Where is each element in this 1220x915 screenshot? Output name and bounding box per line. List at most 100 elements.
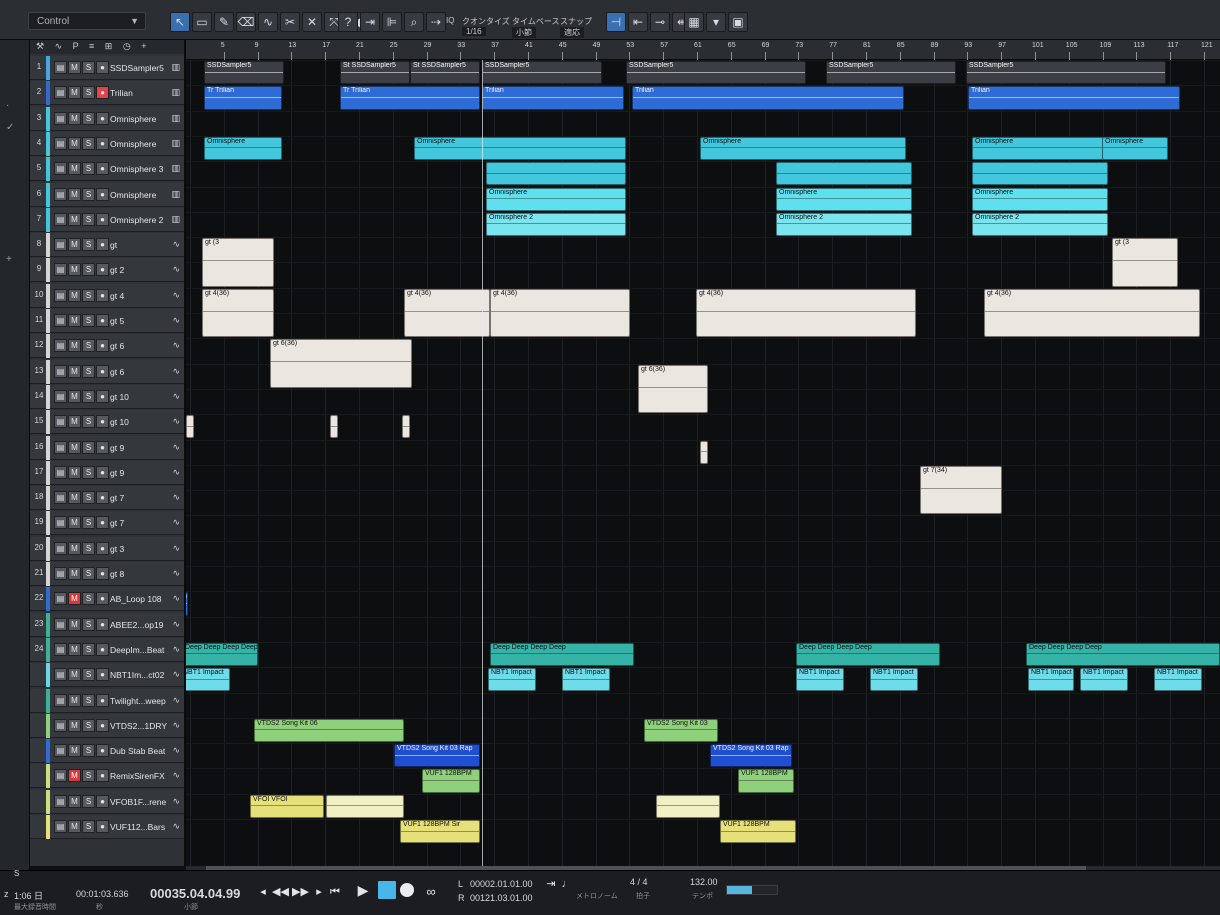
mute-button[interactable]: M: [68, 693, 81, 707]
track-name[interactable]: gt 6: [110, 341, 124, 351]
track-name[interactable]: gt 2: [110, 265, 124, 275]
record-arm-button[interactable]: ●: [96, 263, 109, 277]
event-clip[interactable]: Omnisphere 2: [972, 212, 1108, 237]
mute-button[interactable]: M: [68, 516, 81, 530]
snap-select[interactable]: 適応: [560, 27, 584, 38]
event-clip[interactable]: NBT1 Impact: [796, 668, 844, 692]
record-arm-button[interactable]: ●: [96, 288, 109, 302]
event-clip[interactable]: gt 4(36): [490, 288, 630, 338]
position-display[interactable]: 00035.04.04.99: [150, 886, 240, 901]
mute-button[interactable]: M: [68, 541, 81, 555]
mute-button[interactable]: M: [68, 212, 81, 226]
monitor-button[interactable]: ▤: [54, 263, 67, 277]
wrench-icon[interactable]: ⚒: [36, 41, 48, 51]
monitor-button[interactable]: ▤: [54, 718, 67, 732]
event-clip[interactable]: NBT1 Impact: [488, 668, 536, 692]
event-clip[interactable]: St SSDSampler5: [410, 61, 480, 85]
event-clip[interactable]: SSDSampler5: [482, 61, 602, 85]
track-name[interactable]: gt 4: [110, 291, 124, 301]
track-row[interactable]: 4 ▤ M S ● Omnisphere ▥: [30, 131, 184, 156]
event-clip[interactable]: NBT1 Impact: [1028, 668, 1074, 692]
layout-chevron-icon[interactable]: ▾: [706, 12, 726, 32]
track-name[interactable]: Trilian: [110, 88, 133, 98]
monitor-button[interactable]: ▤: [54, 212, 67, 226]
event-clip[interactable]: [776, 162, 912, 186]
monitor-button[interactable]: ▤: [54, 668, 67, 682]
metronome-icon[interactable]: ♩: [560, 877, 574, 891]
track-row[interactable]: 22 ▤ M S ● AB_Loop 108 ∿: [30, 587, 184, 612]
record-arm-button[interactable]: ●: [96, 111, 109, 125]
snap-grid-icon[interactable]: ⊣: [606, 12, 626, 32]
solo-button[interactable]: S: [82, 263, 95, 277]
solo-button[interactable]: S: [82, 516, 95, 530]
track-row[interactable]: 18 ▤ M S ● gt 7 ∿: [30, 486, 184, 511]
record-arm-button[interactable]: ●: [96, 693, 109, 707]
track-row[interactable]: ▤ M S ● VTDS2...1DRY ∿: [30, 713, 184, 738]
snap-cursor-icon[interactable]: ⊸: [650, 12, 670, 32]
eraser-tool-icon[interactable]: ⌫: [236, 12, 256, 32]
pencil-tool-icon[interactable]: ✎: [214, 12, 234, 32]
timebase-select[interactable]: 小節: [512, 27, 536, 38]
track-row[interactable]: 1 ▤ M S ● SSDSampler5 ▥: [30, 56, 184, 80]
snap-event-icon[interactable]: ⇤: [628, 12, 648, 32]
event-clip[interactable]: Omnisphere: [486, 187, 626, 211]
collapse-icon[interactable]: ·: [6, 100, 9, 111]
track-name[interactable]: DeepIm...Beat: [110, 645, 164, 655]
tempo-meter[interactable]: [726, 885, 778, 895]
event-clip[interactable]: [656, 794, 720, 818]
event-clip[interactable]: SSDSampler5: [966, 61, 1166, 85]
solo-button[interactable]: S: [82, 820, 95, 833]
monitor-button[interactable]: ▤: [54, 794, 67, 808]
mute-button[interactable]: M: [68, 617, 81, 631]
event-clip[interactable]: gt 4(36): [202, 288, 274, 338]
mute-button[interactable]: M: [68, 162, 81, 176]
solo-button[interactable]: S: [82, 668, 95, 682]
return-zero-icon[interactable]: ⏮: [328, 885, 342, 899]
range-tool-icon[interactable]: ▭: [192, 12, 212, 32]
monitor-button[interactable]: ▤: [54, 364, 67, 378]
event-clip[interactable]: Deep Deep Deep Deep: [796, 642, 940, 667]
track-name[interactable]: Twilight...weep: [110, 696, 166, 706]
solo-button[interactable]: S: [82, 389, 95, 403]
record-arm-button[interactable]: ●: [96, 364, 109, 378]
event-clip[interactable]: VTDS2 Song Kit 03 Rap: [394, 744, 480, 768]
loop-left-value[interactable]: 00002.01.01.00: [470, 879, 533, 889]
pitch-icon[interactable]: P: [73, 41, 83, 51]
save-icon[interactable]: ▣: [728, 12, 748, 32]
mute-button[interactable]: M: [68, 288, 81, 302]
event-clip[interactable]: gt 4(36): [404, 288, 490, 338]
record-arm-button[interactable]: ●: [96, 86, 109, 100]
solo-button[interactable]: S: [82, 364, 95, 378]
solo-button[interactable]: S: [82, 238, 95, 252]
event-clip[interactable]: VTDS2 Song Kit 03: [644, 718, 718, 743]
event-clip[interactable]: NBT1 Impact: [870, 668, 918, 692]
monitor-button[interactable]: ▤: [54, 820, 67, 833]
track-name[interactable]: Omnisphere: [110, 114, 156, 124]
record-arm-button[interactable]: ●: [96, 314, 109, 327]
solo-button[interactable]: S: [82, 415, 95, 429]
event-clip[interactable]: St SSDSampler5: [340, 61, 410, 85]
solo-button[interactable]: S: [82, 718, 95, 732]
mute-button[interactable]: M: [68, 592, 81, 606]
event-clip[interactable]: Deep Deep Deep Deep: [490, 642, 634, 667]
track-name[interactable]: VUF112...Bars: [110, 822, 165, 832]
track-name[interactable]: gt 10: [110, 392, 129, 402]
event-clip[interactable]: gt (3: [202, 238, 274, 287]
track-name[interactable]: gt 5: [110, 316, 124, 326]
event-clip[interactable]: Trilian: [632, 86, 904, 110]
track-row[interactable]: 23 ▤ M S ● ABEE2...op19 ∿: [30, 612, 184, 637]
solo-button[interactable]: S: [82, 162, 95, 176]
next-marker-icon[interactable]: ▸: [312, 885, 326, 899]
quantize-select[interactable]: 1/16: [462, 27, 486, 36]
track-row[interactable]: 2 ▤ M S ● Trilian ▥: [30, 81, 184, 106]
event-clip[interactable]: [326, 794, 404, 818]
record-arm-button[interactable]: ●: [96, 389, 109, 403]
event-clip[interactable]: gt 4(36): [696, 288, 916, 338]
track-name[interactable]: gt: [110, 240, 117, 250]
event-clip[interactable]: Omnisphere 2: [486, 212, 626, 237]
track-name[interactable]: gt 3: [110, 544, 124, 554]
track-name[interactable]: Omnisphere: [110, 190, 156, 200]
event-clip[interactable]: VTDS2 Song Kit 06: [254, 718, 404, 743]
event-clip[interactable]: gt 6(36): [638, 364, 708, 414]
event-clip[interactable]: VUF1 128BPM: [422, 769, 480, 793]
